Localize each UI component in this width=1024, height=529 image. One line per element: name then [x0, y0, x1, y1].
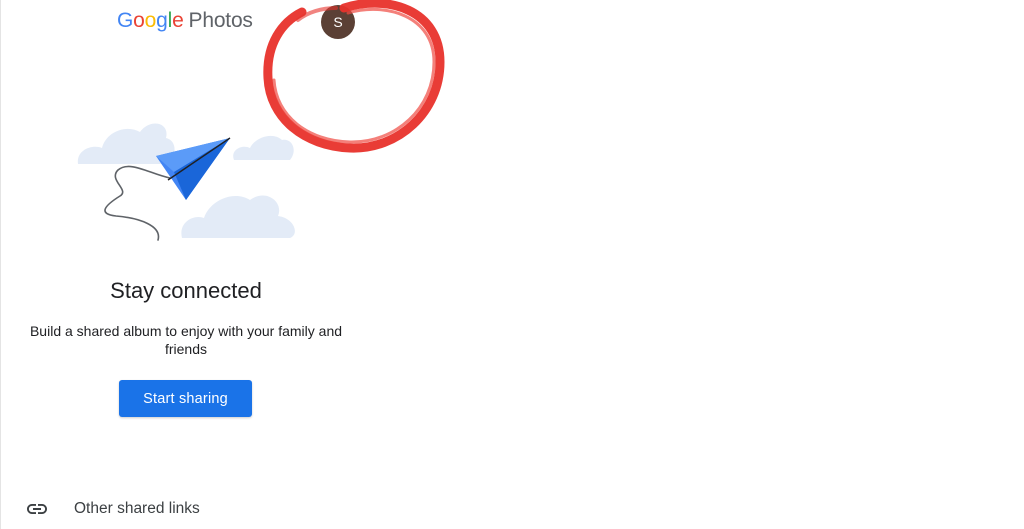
google-wordmark: G o o g l e — [117, 9, 184, 33]
page: G o o g l e Photos S Stay connected Buil… — [0, 0, 1024, 529]
logo-letter: o — [144, 9, 157, 32]
logo-letter: G — [117, 9, 134, 32]
logo-letter: g — [156, 9, 168, 32]
other-shared-links-item[interactable]: Other shared links — [22, 494, 200, 524]
empty-state-description: Build a shared album to enjoy with your … — [29, 323, 343, 357]
logo-letter: e — [172, 9, 184, 32]
cloud-icon — [181, 195, 295, 238]
flight-trail — [104, 165, 171, 241]
other-shared-links-label: Other shared links — [74, 500, 200, 517]
google-photos-logo[interactable]: G o o g l e Photos — [117, 6, 253, 36]
link-icon — [22, 494, 52, 524]
account-avatar[interactable]: S — [321, 5, 355, 39]
empty-state-title: Stay connected — [110, 278, 262, 303]
logo-product-name: Photos — [188, 9, 253, 32]
left-border — [0, 0, 1, 529]
cloud-icon — [233, 135, 294, 160]
paper-plane-illustration — [77, 123, 295, 241]
start-sharing-button[interactable]: Start sharing — [119, 380, 252, 417]
logo-letter: o — [133, 9, 145, 32]
